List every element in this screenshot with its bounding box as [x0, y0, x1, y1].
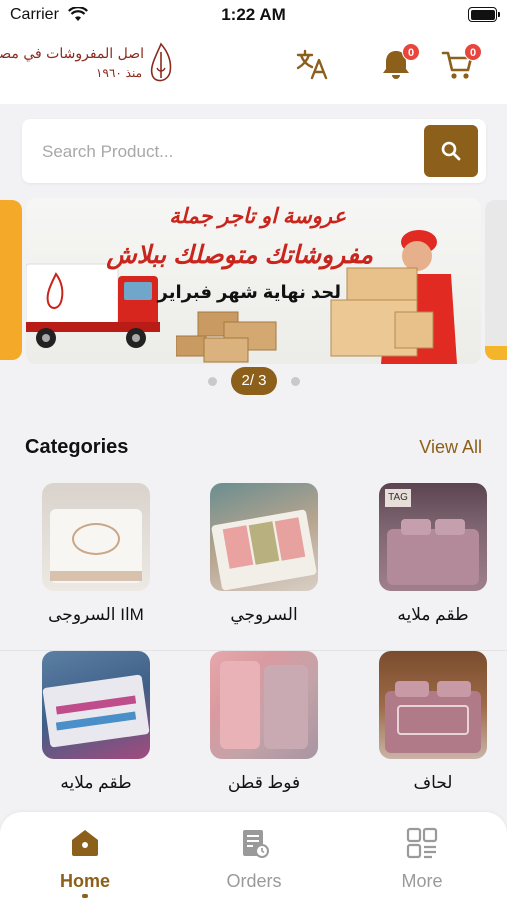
categories-title: Categories	[25, 436, 129, 458]
search-button[interactable]	[424, 125, 478, 177]
logo-since: منذ ١٩٦٠	[96, 66, 142, 80]
category-item[interactable]: فوط قطن	[199, 651, 329, 793]
category-label: طقم ملايه	[60, 773, 132, 792]
cart-badge: 0	[464, 43, 482, 61]
active-tab-indicator	[82, 894, 88, 898]
notifications-button[interactable]: 0	[378, 43, 420, 82]
pager-dot[interactable]	[208, 377, 217, 386]
delivery-truck-image	[26, 263, 160, 348]
category-item[interactable]: MاI السروجى	[31, 483, 161, 625]
promo-banner[interactable]: عروسة او تاجر جملة مفروشاتك متوصلك ببلاش…	[26, 198, 481, 364]
app-header: اصل المفروشات في مصر منذ ١٩٦٠ 0 0	[0, 28, 507, 104]
previous-banner-peek[interactable]	[0, 200, 22, 360]
view-all-link[interactable]: View All	[419, 437, 482, 458]
clock: 1:22 AM	[221, 5, 286, 24]
category-label: السروجي	[230, 605, 298, 624]
orders-icon	[243, 830, 269, 858]
category-item[interactable]: TAG طقم ملايه	[368, 483, 498, 625]
category-image	[210, 651, 318, 759]
tab-label: More	[401, 871, 443, 891]
category-item[interactable]: السروجي	[199, 483, 329, 625]
category-label: لحاف	[413, 773, 453, 792]
logo-tagline: اصل المفروشات في مصر	[0, 46, 144, 62]
search-icon	[441, 141, 461, 161]
category-label: طقم ملايه	[397, 605, 469, 624]
tab-orders[interactable]: Orders	[194, 826, 314, 892]
brand-logo[interactable]: اصل المفروشات في مصر منذ ١٩٦٠	[0, 42, 176, 92]
translate-button[interactable]	[295, 46, 331, 82]
category-item[interactable]: لحاف	[368, 651, 498, 793]
pager-dot[interactable]	[291, 377, 300, 386]
category-image	[42, 651, 150, 759]
banner-headline: عروسة او تاجر جملة	[169, 205, 346, 228]
search-bar	[22, 119, 486, 183]
category-image	[42, 483, 150, 591]
tab-more[interactable]: More	[362, 826, 482, 892]
tab-home[interactable]: Home	[25, 826, 145, 898]
category-image	[379, 651, 487, 759]
search-input[interactable]	[42, 139, 412, 165]
home-icon	[72, 830, 98, 856]
status-bar: Carrier 1:22 AM	[0, 0, 507, 28]
notifications-badge: 0	[402, 43, 420, 61]
next-banner-peek[interactable]	[485, 200, 507, 360]
cart-button[interactable]: 0	[440, 43, 482, 82]
tab-label: Home	[59, 871, 110, 891]
category-image: TAG	[379, 483, 487, 591]
category-label: MاI السروجى	[48, 605, 144, 624]
tab-label: Orders	[226, 871, 282, 891]
category-image	[210, 483, 318, 591]
bottom-tab-bar: Home Orders More	[0, 812, 507, 900]
logo-mark-icon	[150, 42, 172, 82]
category-item[interactable]: طقم ملايه	[31, 651, 161, 793]
banner-title: مفروشاتك متوصلك ببلاش	[106, 241, 373, 269]
banner-subtitle: لحد نهاية شهر فبراير	[157, 282, 341, 302]
category-label: فوط قطن	[227, 773, 301, 792]
translate-icon	[296, 49, 328, 80]
promo-carousel[interactable]: عروسة او تاجر جملة مفروشاتك متوصلك ببلاش…	[0, 196, 507, 368]
grid-menu-icon	[406, 827, 438, 859]
pager-indicator: 2/ 3	[231, 367, 277, 395]
boxes-image	[176, 311, 277, 363]
battery-icon	[468, 7, 500, 22]
